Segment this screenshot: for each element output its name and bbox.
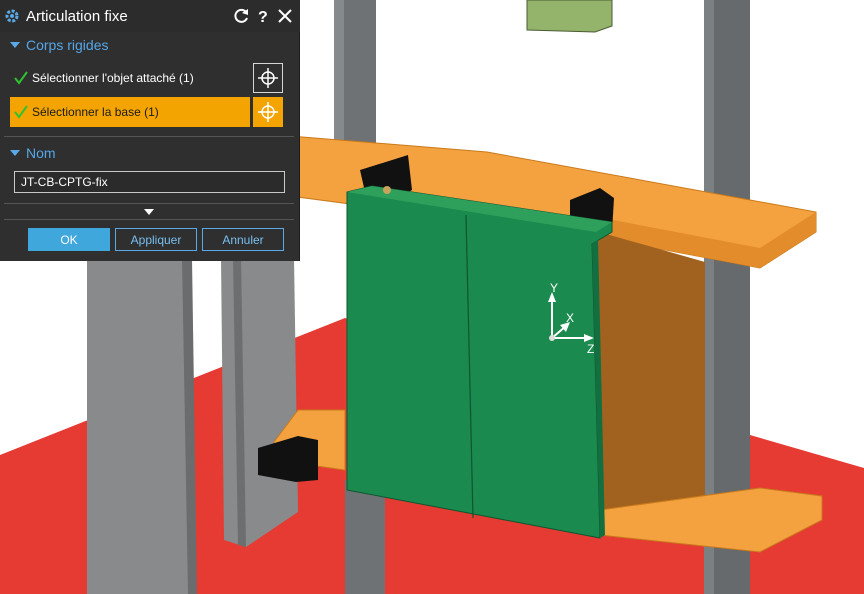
ok-button[interactable]: OK bbox=[28, 228, 110, 251]
close-icon[interactable] bbox=[276, 7, 294, 25]
dialog-titlebar: Articulation fixe ? bbox=[0, 0, 300, 32]
crosshair-icon bbox=[258, 102, 278, 122]
expand-icon[interactable] bbox=[144, 209, 154, 215]
section-divider bbox=[4, 136, 294, 137]
collapse-icon bbox=[10, 42, 20, 48]
collapse-icon bbox=[10, 150, 20, 156]
triad-x-label: X bbox=[566, 311, 575, 325]
rigid-bodies-section-header[interactable]: Corps rigides bbox=[4, 35, 294, 55]
check-icon bbox=[14, 71, 28, 85]
dialog-title: Articulation fixe bbox=[26, 8, 128, 25]
reset-icon[interactable] bbox=[233, 7, 251, 25]
section-divider bbox=[4, 203, 294, 204]
attached-object-selector[interactable]: Sélectionner l'objet attaché (1) bbox=[10, 63, 250, 93]
base-selector[interactable]: Sélectionner la base (1) bbox=[10, 97, 250, 127]
triad-y-label: Y bbox=[550, 281, 559, 295]
attached-object-label: Sélectionner l'objet attaché (1) bbox=[32, 71, 194, 85]
cancel-button[interactable]: Annuler bbox=[202, 228, 284, 251]
green-board bbox=[346, 185, 613, 539]
name-section-label: Nom bbox=[26, 145, 56, 161]
name-section-header[interactable]: Nom bbox=[4, 143, 294, 163]
rod-left-lower bbox=[345, 480, 385, 594]
post-left-b bbox=[221, 258, 298, 547]
post-left-a bbox=[87, 258, 192, 594]
triad-z-label: Z bbox=[587, 342, 595, 356]
orange-box bbox=[592, 230, 705, 530]
gear-icon bbox=[5, 9, 19, 23]
apply-button[interactable]: Appliquer bbox=[115, 228, 197, 251]
fixed-joint-dialog: Articulation fixe ? Corps rigides Sélect… bbox=[0, 0, 300, 261]
crosshair-icon bbox=[258, 68, 278, 88]
name-input[interactable] bbox=[14, 171, 285, 193]
base-picker-button[interactable] bbox=[253, 97, 283, 127]
top-plate bbox=[526, 0, 613, 33]
base-label: Sélectionner la base (1) bbox=[32, 105, 159, 119]
attached-object-picker-button[interactable] bbox=[253, 63, 283, 93]
help-icon[interactable]: ? bbox=[254, 7, 272, 25]
rigid-bodies-section-label: Corps rigides bbox=[26, 37, 109, 53]
check-icon bbox=[14, 105, 28, 119]
svg-text:?: ? bbox=[258, 9, 268, 25]
section-divider bbox=[4, 219, 294, 220]
